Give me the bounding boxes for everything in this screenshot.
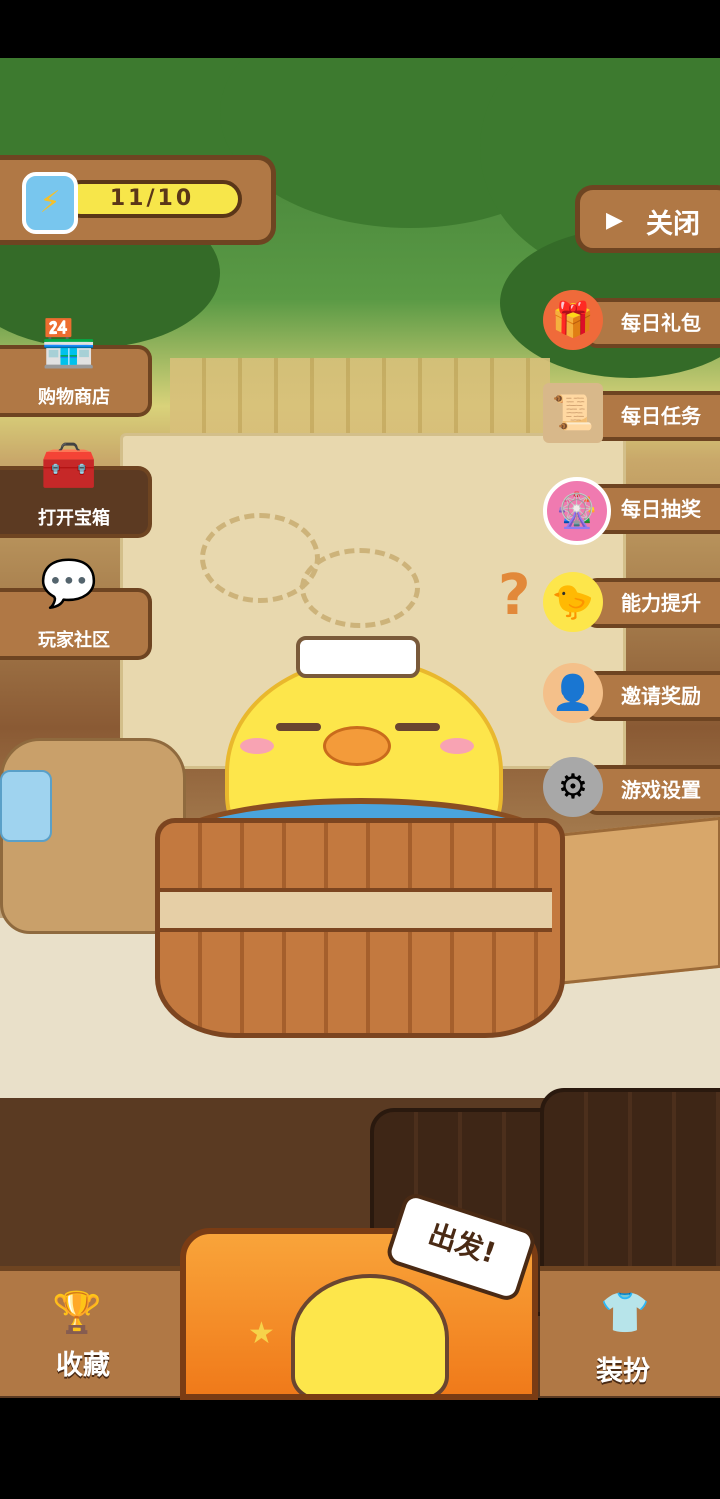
community-label: 玩家社区 [38, 630, 110, 651]
energy-drink-icon: ⚡ [22, 172, 78, 234]
wanted-poster-icon[interactable]: 📜 [543, 383, 603, 443]
close-button[interactable]: ▶ 关闭 [575, 185, 720, 253]
chick-beak [323, 726, 391, 766]
water-bottle [0, 770, 52, 842]
energy-panel: 11/10 ⚡ [0, 155, 276, 245]
shop-icon[interactable]: 🏪 [34, 312, 104, 374]
collection-button[interactable]: 🏆 收藏 [0, 1266, 180, 1396]
daily-gift-button[interactable]: 每日礼包 [585, 298, 720, 348]
invite-reward-button[interactable]: 邀请奖励 [585, 671, 720, 721]
shirt-icon: 👕 [600, 1290, 650, 1336]
chick-eye [276, 723, 321, 731]
ability-upgrade-button[interactable]: 能力提升 [585, 578, 720, 628]
gear-icon[interactable]: ⚙ [543, 757, 603, 817]
chat-bubble-icon[interactable]: 💬 [34, 552, 104, 614]
chick-blush [440, 738, 474, 754]
lottery-wheel-icon[interactable]: 🎡 [543, 477, 611, 545]
tub-band [160, 888, 552, 932]
mystery-box [545, 816, 720, 987]
trophy-basket-icon: 🏆 [52, 1290, 102, 1336]
energy-value: 11/10 [62, 180, 242, 218]
close-label: 关闭 [646, 209, 700, 240]
star-icon: ★ [248, 1316, 275, 1351]
open-chest-label: 打开宝箱 [38, 508, 110, 529]
invite-person-icon[interactable]: 👤 [543, 663, 603, 723]
daily-lottery-label: 每日抽奖 [621, 497, 701, 521]
chick-face-icon[interactable]: 🐤 [543, 572, 603, 632]
daily-task-label: 每日任务 [621, 404, 701, 428]
dressup-button[interactable]: 👕 装扮 [540, 1266, 720, 1396]
towel-on-head [296, 636, 420, 678]
invite-reward-label: 邀请奖励 [621, 684, 701, 708]
game-settings-label: 游戏设置 [621, 778, 701, 802]
map-question-mark: ? [498, 563, 531, 628]
map-path [300, 548, 420, 628]
treasure-chest-icon[interactable]: 🧰 [34, 434, 104, 496]
game-settings-button[interactable]: 游戏设置 [585, 765, 720, 815]
ability-upgrade-label: 能力提升 [621, 591, 701, 615]
shop-label: 购物商店 [38, 387, 110, 408]
collection-label: 收藏 [56, 1350, 110, 1381]
winking-chick-icon [291, 1274, 449, 1394]
daily-gift-label: 每日礼包 [621, 311, 701, 335]
daily-task-button[interactable]: 每日任务 [585, 391, 720, 441]
gift-icon[interactable]: 🎁 [543, 290, 603, 350]
game-scene: ? [0, 58, 720, 1398]
chick-blush [240, 738, 274, 754]
chick-eye [395, 723, 440, 731]
play-triangle-icon: ▶ [606, 208, 623, 233]
dressup-label: 装扮 [596, 1356, 650, 1387]
